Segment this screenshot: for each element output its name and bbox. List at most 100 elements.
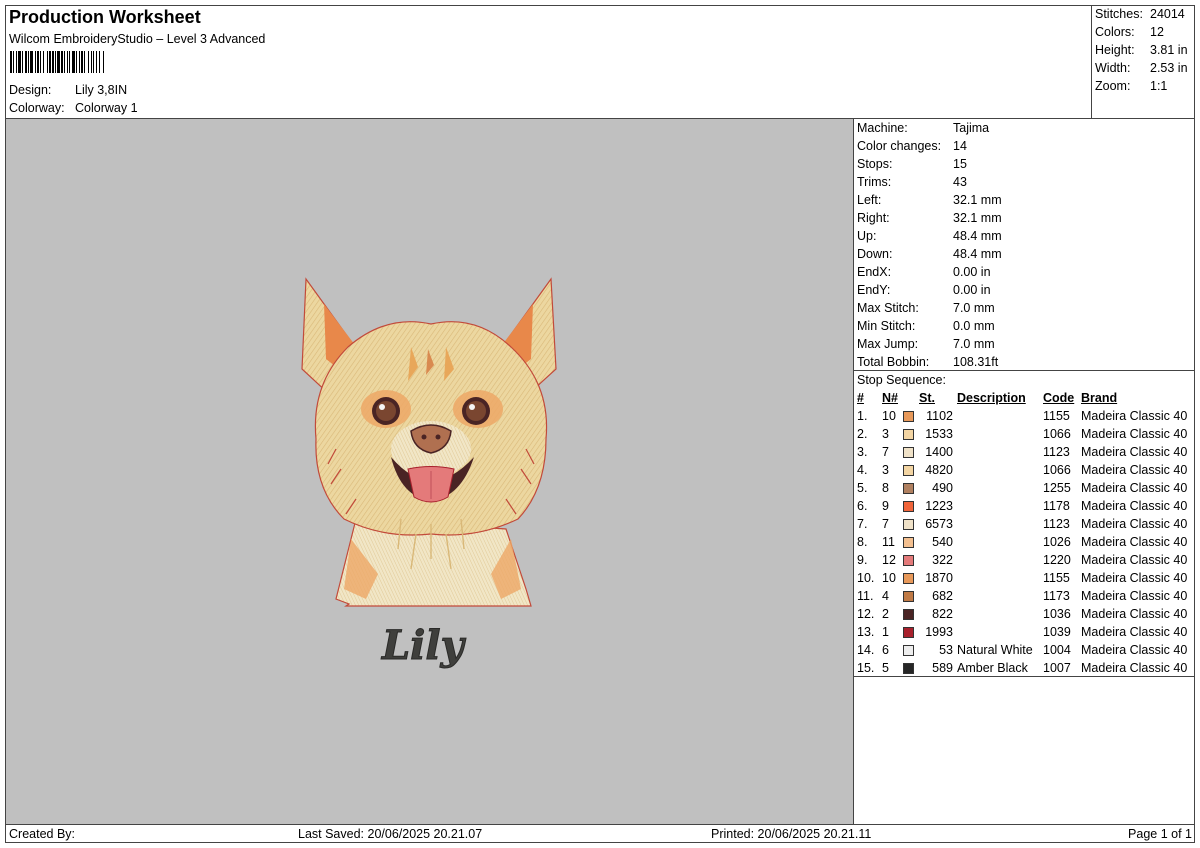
machine-value: 108.31ft xyxy=(953,355,999,369)
summary-row: Height: 3.81 in xyxy=(1095,41,1188,59)
machine-label: Left: xyxy=(857,193,882,207)
stop-brand: Madeira Classic 40 xyxy=(1081,589,1188,603)
stop-description xyxy=(957,533,1043,551)
summary-row: Zoom: 1:1 xyxy=(1095,77,1188,95)
stop-code: 1039 xyxy=(1043,625,1071,639)
stop-needle: 7 xyxy=(882,445,889,459)
stop-code: 1004 xyxy=(1043,643,1071,657)
stop-code: 1123 xyxy=(1043,517,1070,531)
last-saved: Last Saved: 20/06/2025 20.21.07 xyxy=(298,827,483,841)
stop-brand: Madeira Classic 40 xyxy=(1081,607,1188,621)
stop-code: 1155 xyxy=(1043,571,1070,585)
stop-stitches: 1533 xyxy=(925,427,953,441)
machine-value: 7.0 mm xyxy=(953,301,995,315)
stop-stitches: 4820 xyxy=(925,463,953,477)
header-description: Description xyxy=(957,391,1026,405)
header-code: Code xyxy=(1043,391,1075,405)
machine-label: Stops: xyxy=(857,157,893,171)
machine-row: Trims: 43 xyxy=(857,173,1002,191)
stop-stitches: 490 xyxy=(932,481,953,495)
color-swatch xyxy=(903,609,914,621)
stop-index: 5. xyxy=(857,481,868,495)
stop-needle: 6 xyxy=(882,643,889,657)
stop-code: 1007 xyxy=(1043,661,1071,675)
stop-swatch xyxy=(903,533,919,551)
summary-value: 1:1 xyxy=(1150,79,1168,93)
summary-row: Width: 2.53 in xyxy=(1095,59,1188,77)
summary-value: 12 xyxy=(1150,25,1164,39)
color-swatch xyxy=(903,573,914,585)
color-swatch xyxy=(903,483,914,495)
stop-needle: 5 xyxy=(882,661,889,675)
stop-needle: 12 xyxy=(882,553,896,567)
stop-index: 15. xyxy=(857,661,875,675)
stop-brand: Madeira Classic 40 xyxy=(1081,499,1188,513)
printed-date: Printed: 20/06/2025 20.21.11 xyxy=(711,827,872,841)
stop-code: 1066 xyxy=(1043,463,1071,477)
stop-sequence-table: # N# St. Description Code Brand 1. 10 1102… xyxy=(855,389,1187,677)
stop-code: 1123 xyxy=(1043,445,1070,459)
machine-row: Right: 32.1 mm xyxy=(857,209,1002,227)
machine-row: Up: 48.4 mm xyxy=(857,227,1002,245)
machine-row: Stops: 15 xyxy=(857,155,1002,173)
stop-row: 10. 10 1870 1155 Madeira Classic 40 xyxy=(855,569,1187,587)
stop-brand: Madeira Classic 40 xyxy=(1081,625,1188,639)
machine-label: Max Stitch: xyxy=(857,301,919,315)
stop-brand: Madeira Classic 40 xyxy=(1081,517,1188,531)
dog-artwork xyxy=(301,277,557,607)
stop-row: 3. 7 1400 1123 Madeira Classic 40 xyxy=(855,443,1187,461)
stop-description xyxy=(957,425,1043,443)
stop-code: 1026 xyxy=(1043,535,1071,549)
stop-description xyxy=(957,479,1043,497)
stop-swatch xyxy=(903,569,919,587)
design-value: Lily 3,8IN xyxy=(75,83,128,97)
machine-row: Total Bobbin: 108.31ft xyxy=(857,353,1002,371)
stop-description: Natural White xyxy=(957,643,1033,657)
stop-index: 4. xyxy=(857,463,868,477)
stop-row: 12. 2 822 1036 Madeira Classic 40 xyxy=(855,605,1187,623)
page-number: Page 1 of 1 xyxy=(1128,827,1192,841)
stop-needle: 3 xyxy=(882,427,889,441)
stop-needle: 2 xyxy=(882,607,889,621)
machine-row: Down: 48.4 mm xyxy=(857,245,1002,263)
machine-label: Trims: xyxy=(857,175,892,189)
stop-index: 9. xyxy=(857,553,868,567)
machine-label: EndY: xyxy=(857,283,891,297)
color-swatch xyxy=(903,537,914,549)
colorway-label: Colorway: xyxy=(9,101,65,115)
summary-row: Colors: 12 xyxy=(1095,23,1188,41)
stop-description xyxy=(957,497,1043,515)
stop-code: 1066 xyxy=(1043,427,1071,441)
machine-row: Color changes: 14 xyxy=(857,137,1002,155)
stop-brand: Madeira Classic 40 xyxy=(1081,445,1188,459)
colorway-row: Colorway: Colorway 1 xyxy=(9,101,138,115)
machine-value: 0.0 mm xyxy=(953,319,995,333)
stop-needle: 10 xyxy=(882,409,896,423)
machine-value: 0.00 in xyxy=(953,265,991,279)
stop-swatch xyxy=(903,407,919,425)
machine-label: Machine: xyxy=(857,121,908,135)
summary-label: Width: xyxy=(1095,61,1131,75)
stop-stitches: 6573 xyxy=(925,517,953,531)
stop-index: 13. xyxy=(857,625,875,639)
color-swatch xyxy=(903,627,914,639)
stop-description xyxy=(957,443,1043,461)
color-swatch xyxy=(903,501,914,513)
machine-value: 14 xyxy=(953,139,967,153)
stop-swatch xyxy=(903,659,919,677)
stop-brand: Madeira Classic 40 xyxy=(1081,463,1188,477)
stop-row: 2. 3 1533 1066 Madeira Classic 40 xyxy=(855,425,1187,443)
header-stitches: St. xyxy=(919,391,935,405)
color-swatch xyxy=(903,411,914,423)
stop-description: Amber Black xyxy=(957,661,1028,675)
machine-label: Max Jump: xyxy=(857,337,919,351)
stop-brand: Madeira Classic 40 xyxy=(1081,535,1188,549)
stop-brand: Madeira Classic 40 xyxy=(1081,409,1188,423)
stop-description xyxy=(957,623,1043,641)
machine-row: Max Stitch: 7.0 mm xyxy=(857,299,1002,317)
machine-label: Min Stitch: xyxy=(857,319,916,333)
stop-swatch xyxy=(903,515,919,533)
stop-code: 1036 xyxy=(1043,607,1071,621)
barcode xyxy=(10,51,104,73)
stop-description xyxy=(957,407,1043,425)
